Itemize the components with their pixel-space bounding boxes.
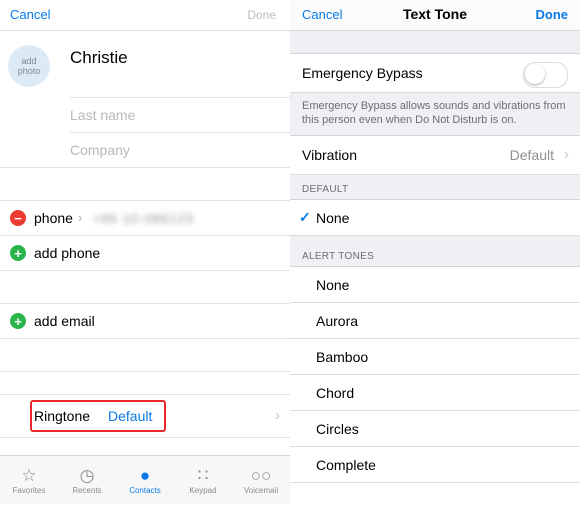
section-spacer-3 xyxy=(0,338,290,371)
add-icon[interactable]: + xyxy=(10,245,26,261)
list-item[interactable]: Aurora xyxy=(290,303,580,339)
add-photo-label-line1: add xyxy=(21,56,37,66)
company-field[interactable]: Company xyxy=(70,132,290,167)
tab-contacts[interactable]: ● Contacts xyxy=(116,456,174,504)
default-section-header: DEFAULT xyxy=(290,175,580,200)
alert-tone-label: Bamboo xyxy=(316,349,369,365)
contacts-icon: ● xyxy=(139,465,151,485)
tab-favorites-label: Favorites xyxy=(12,485,46,495)
contact-edit-screen: Cancel Done add photo Christie Last name… xyxy=(0,0,290,504)
phone-value[interactable]: +86 10-086123 xyxy=(93,211,194,226)
tab-voicemail[interactable]: ○○ Voicemail xyxy=(232,456,290,504)
section-spacer-1 xyxy=(0,167,290,200)
remove-icon[interactable]: − xyxy=(10,210,26,226)
default-tone-none[interactable]: ✓ None xyxy=(290,200,580,236)
add-photo-label-line2: photo xyxy=(17,66,41,76)
tab-recents[interactable]: ◷ Recents xyxy=(58,456,116,504)
add-photo-button[interactable]: add photo xyxy=(8,45,50,87)
vibration-row[interactable]: Vibration Default › xyxy=(290,136,580,175)
tab-keypad-label: Keypad xyxy=(189,485,217,495)
add-email-row[interactable]: + add email xyxy=(0,303,290,338)
add-phone-row[interactable]: + add phone xyxy=(0,235,290,270)
vibration-label: Vibration xyxy=(302,147,358,163)
cancel-button[interactable]: Cancel xyxy=(10,7,50,22)
add-email-label: add email xyxy=(34,313,95,329)
company-placeholder: Company xyxy=(70,142,130,158)
alert-tone-label: Complete xyxy=(316,457,376,473)
alert-tone-label: None xyxy=(316,277,350,293)
default-tone-none-label: None xyxy=(316,210,350,226)
section-spacer-2 xyxy=(0,270,290,303)
add-icon[interactable]: + xyxy=(10,313,26,329)
list-item[interactable]: Chord xyxy=(290,375,580,411)
alert-tone-label: Chord xyxy=(316,385,355,401)
last-name-field[interactable]: Last name xyxy=(70,97,290,132)
list-item[interactable]: Complete xyxy=(290,447,580,483)
keypad-icon: ∷ xyxy=(197,465,209,485)
checkmark-icon: ✓ xyxy=(299,209,311,225)
emergency-bypass-label: Emergency Bypass xyxy=(302,65,423,81)
list-item[interactable]: Circles xyxy=(290,411,580,447)
phone-label: phone xyxy=(34,210,73,226)
section-spacer-4 xyxy=(0,371,290,394)
chevron-right-icon[interactable]: › xyxy=(275,407,280,424)
tab-voicemail-label: Voicemail xyxy=(243,485,279,495)
clock-icon: ◷ xyxy=(79,465,95,485)
add-phone-label: add phone xyxy=(34,245,101,261)
last-name-placeholder: Last name xyxy=(70,107,136,123)
text-tone-highlight-annotation xyxy=(30,400,166,432)
star-icon: ☆ xyxy=(21,465,37,485)
photo-and-name-row: add photo Christie xyxy=(0,31,290,97)
alert-tone-label: Aurora xyxy=(316,313,359,329)
left-navigation-bar: Cancel Done xyxy=(0,0,290,31)
alert-tones-section-header: ALERT TONES xyxy=(290,236,580,267)
toggle-knob xyxy=(525,64,545,84)
done-button[interactable]: Done xyxy=(536,7,569,22)
tab-bar: ☆ Favorites ◷ Recents ● Contacts ∷ Keypa… xyxy=(0,455,290,504)
phone-row[interactable]: − phone › +86 10-086123 xyxy=(0,200,290,235)
tab-favorites[interactable]: ☆ Favorites xyxy=(0,456,58,504)
done-button[interactable]: Done xyxy=(247,8,276,22)
tab-keypad[interactable]: ∷ Keypad xyxy=(174,456,232,504)
tab-contacts-label: Contacts xyxy=(129,485,161,495)
list-item[interactable]: Bamboo xyxy=(290,339,580,375)
first-name-field[interactable]: Christie xyxy=(70,48,128,68)
right-navigation-bar: Cancel Text Tone Done xyxy=(290,0,580,31)
chevron-right-icon[interactable]: › xyxy=(564,146,569,163)
vibration-value: Default xyxy=(509,147,554,163)
group-spacer-top xyxy=(290,31,580,54)
voicemail-icon: ○○ xyxy=(250,465,272,485)
default-section-header-label: DEFAULT xyxy=(302,184,349,195)
emergency-bypass-toggle[interactable] xyxy=(523,62,568,88)
tab-recents-label: Recents xyxy=(72,485,102,495)
dual-screenshot-container: Cancel Done add photo Christie Last name… xyxy=(0,0,580,504)
chevron-right-icon[interactable]: › xyxy=(78,210,82,225)
text-tone-screen: Cancel Text Tone Done Emergency Bypass E… xyxy=(290,0,580,504)
alert-tone-label: Circles xyxy=(316,421,359,437)
alert-tones-section-header-label: ALERT TONES xyxy=(302,251,375,262)
list-item[interactable]: None xyxy=(290,267,580,303)
emergency-bypass-footnote: Emergency Bypass allows sounds and vibra… xyxy=(290,93,580,136)
emergency-bypass-row[interactable]: Emergency Bypass xyxy=(290,54,580,93)
